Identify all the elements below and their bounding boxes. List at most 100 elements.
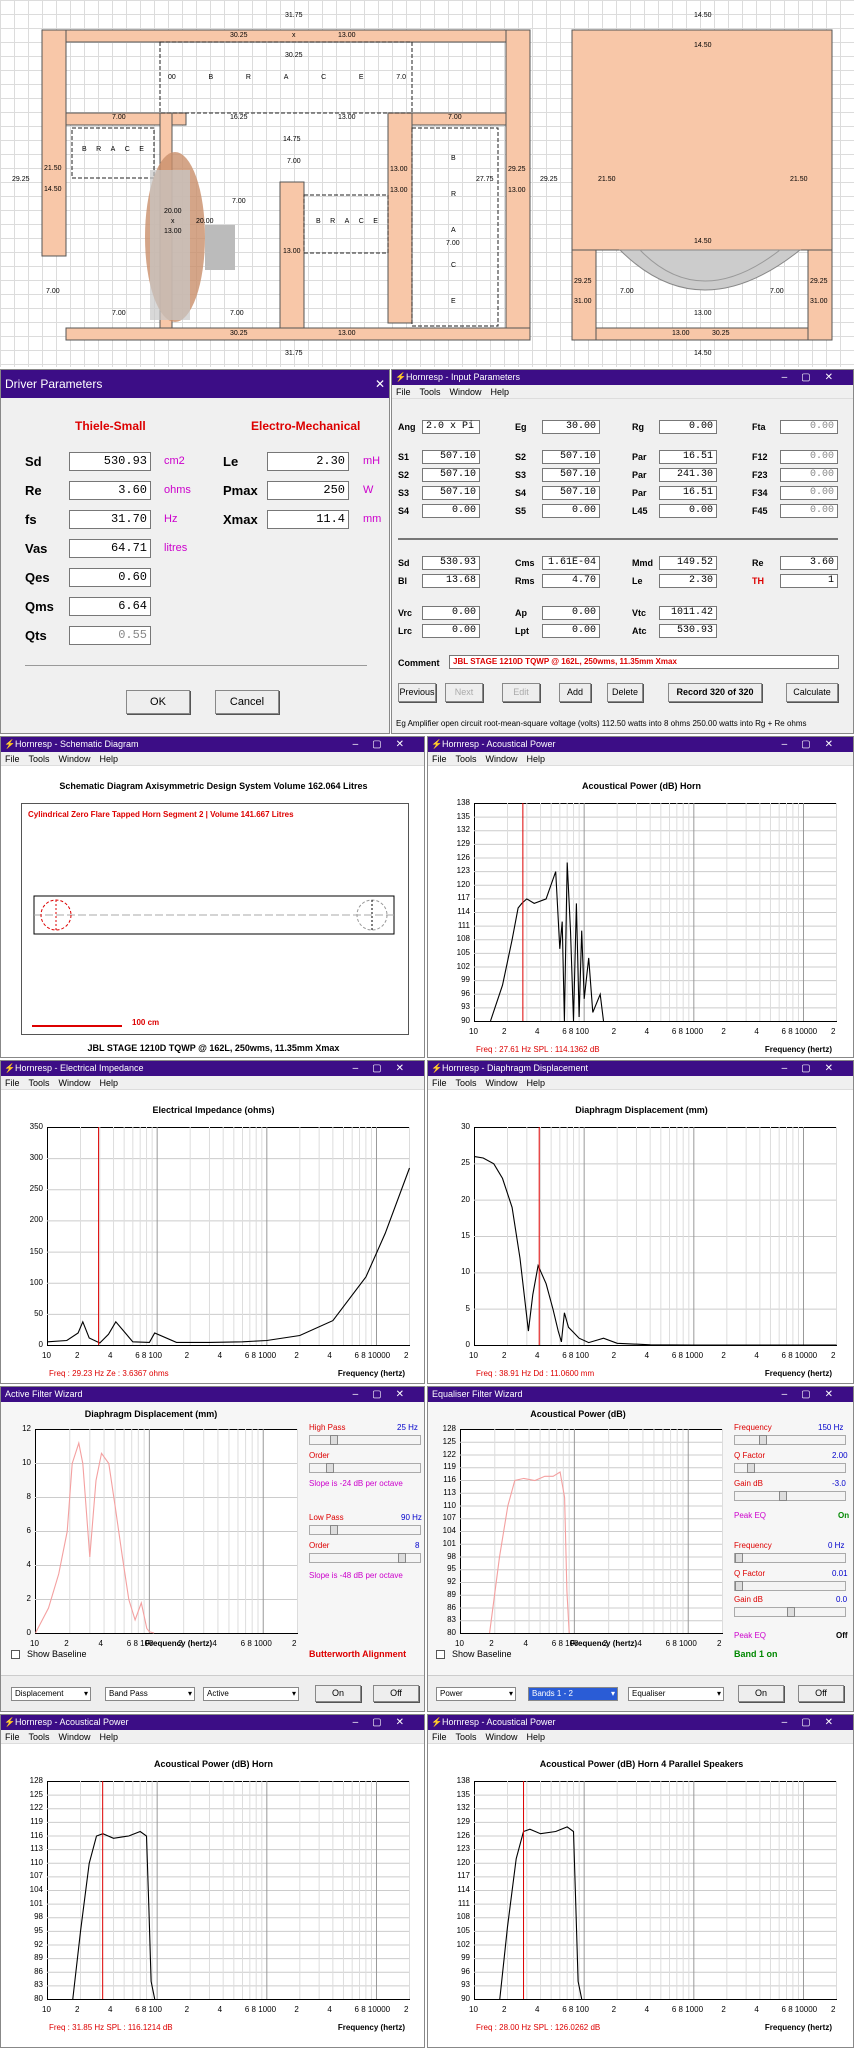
input-field-mmd[interactable]: 149.52 [659,556,717,570]
slider-thumb[interactable] [735,1581,743,1591]
order2-slider[interactable] [309,1553,421,1563]
menu-file[interactable]: File [5,1078,20,1088]
menu-window[interactable]: Window [59,1732,91,1742]
input-field-s2[interactable]: 507.10 [542,450,600,464]
efw-on-button[interactable]: On [738,1685,784,1702]
param-field-re[interactable]: 3.60 [69,481,151,500]
eq1-frequency-slider[interactable] [734,1435,846,1445]
input-field-atc[interactable]: 530.93 [659,624,717,638]
menu-tools[interactable]: Tools [29,754,50,764]
menu-help[interactable]: Help [100,1732,119,1742]
input-field-lrc[interactable]: 0.00 [422,624,480,638]
menu-tools[interactable]: Tools [420,387,441,397]
input-field-s3[interactable]: 507.10 [542,468,600,482]
add-button[interactable]: Add [559,683,591,702]
window-controls[interactable]: –▢✕ [353,1061,418,1076]
window-controls[interactable]: –▢✕ [782,370,847,385]
input-field-bl[interactable]: 13.68 [422,574,480,588]
slider-thumb[interactable] [398,1553,406,1563]
window-controls[interactable]: –▢✕ [353,1715,418,1730]
menu-file[interactable]: File [432,1078,447,1088]
eq2-q-slider[interactable] [734,1581,846,1591]
input-field-vtc[interactable]: 1011.42 [659,606,717,620]
cancel-button[interactable]: Cancel [215,690,279,714]
afw-mode-select[interactable]: Displacement [11,1687,91,1701]
menu-help[interactable]: Help [491,387,510,397]
menu-tools[interactable]: Tools [29,1078,50,1088]
menu-file[interactable]: File [432,754,447,764]
input-field-f34[interactable]: 0.00 [780,486,838,500]
param-field-le[interactable]: 2.30 [267,452,349,471]
param-field-qms[interactable]: 6.64 [69,597,151,616]
window-controls[interactable]: –▢✕ [353,1387,418,1402]
afw-type-select[interactable]: Active [203,1687,299,1701]
eq2-gain-slider[interactable] [734,1607,846,1617]
input-field-s5[interactable]: 0.00 [542,504,600,518]
window-controls[interactable]: –▢✕ [782,1715,847,1730]
slider-thumb[interactable] [330,1525,338,1535]
param-field-sd[interactable]: 530.93 [69,452,151,471]
menu-window[interactable]: Window [486,754,518,764]
input-field-cms[interactable]: 1.61E-04 [542,556,600,570]
input-field-eg[interactable]: 30.00 [542,420,600,434]
input-field-s1[interactable]: 507.10 [422,450,480,464]
efw-mode-select[interactable]: Power [436,1687,516,1701]
input-field-th[interactable]: 1 [780,574,838,588]
slider-thumb[interactable] [747,1463,755,1473]
menu-file[interactable]: File [5,754,20,764]
window-controls[interactable]: –▢✕ [353,737,418,752]
slider-thumb[interactable] [779,1491,787,1501]
eq1-q-slider[interactable] [734,1463,846,1473]
input-field-s4[interactable]: 507.10 [542,486,600,500]
delete-button[interactable]: Delete [607,683,643,702]
input-field-ap[interactable]: 0.00 [542,606,600,620]
slider-thumb[interactable] [326,1463,334,1473]
param-field-pmax[interactable]: 250 [267,481,349,500]
menu-help[interactable]: Help [100,754,119,764]
input-field-rg[interactable]: 0.00 [659,420,717,434]
param-field-qts[interactable]: 0.55 [69,626,151,645]
menu-tools[interactable]: Tools [456,1078,477,1088]
input-field-par[interactable]: 241.30 [659,468,717,482]
input-field-f23[interactable]: 0.00 [780,468,838,482]
menu-file[interactable]: File [396,387,411,397]
window-controls[interactable]: –▢✕ [782,1387,847,1402]
input-field-f45[interactable]: 0.00 [780,504,838,518]
previous-button[interactable]: Previous [398,683,436,702]
param-field-xmax[interactable]: 11.4 [267,510,349,529]
afw-band-select[interactable]: Band Pass [105,1687,195,1701]
input-field-le[interactable]: 2.30 [659,574,717,588]
slider-thumb[interactable] [330,1435,338,1445]
menu-window[interactable]: Window [486,1078,518,1088]
efw-type-select[interactable]: Equaliser [628,1687,724,1701]
menu-tools[interactable]: Tools [456,1732,477,1742]
high-pass-slider[interactable] [309,1435,421,1445]
input-field-par[interactable]: 16.51 [659,450,717,464]
param-field-fs[interactable]: 31.70 [69,510,151,529]
show-baseline-checkbox[interactable] [11,1650,20,1659]
slider-thumb[interactable] [759,1435,767,1445]
input-field-s3[interactable]: 507.10 [422,486,480,500]
afw-off-button[interactable]: Off [373,1685,419,1702]
menu-window[interactable]: Window [450,387,482,397]
show-baseline-checkbox[interactable] [436,1650,445,1659]
input-field-sd[interactable]: 530.93 [422,556,480,570]
slider-thumb[interactable] [735,1553,743,1563]
low-pass-slider[interactable] [309,1525,421,1535]
close-icon[interactable]: ✕ [375,370,385,398]
eq2-frequency-slider[interactable] [734,1553,846,1563]
menu-help[interactable]: Help [100,1078,119,1088]
input-field-lpt[interactable]: 0.00 [542,624,600,638]
input-field-rms[interactable]: 4.70 [542,574,600,588]
menu-help[interactable]: Help [527,1078,546,1088]
slider-thumb[interactable] [787,1607,795,1617]
calculate-button[interactable]: Calculate [786,683,838,702]
menu-window[interactable]: Window [59,1078,91,1088]
window-controls[interactable]: –▢✕ [782,1061,847,1076]
ok-button[interactable]: OK [126,690,190,714]
input-field-vrc[interactable]: 0.00 [422,606,480,620]
input-field-fta[interactable]: 0.00 [780,420,838,434]
param-field-vas[interactable]: 64.71 [69,539,151,558]
menu-window[interactable]: Window [59,754,91,764]
input-field-par[interactable]: 16.51 [659,486,717,500]
